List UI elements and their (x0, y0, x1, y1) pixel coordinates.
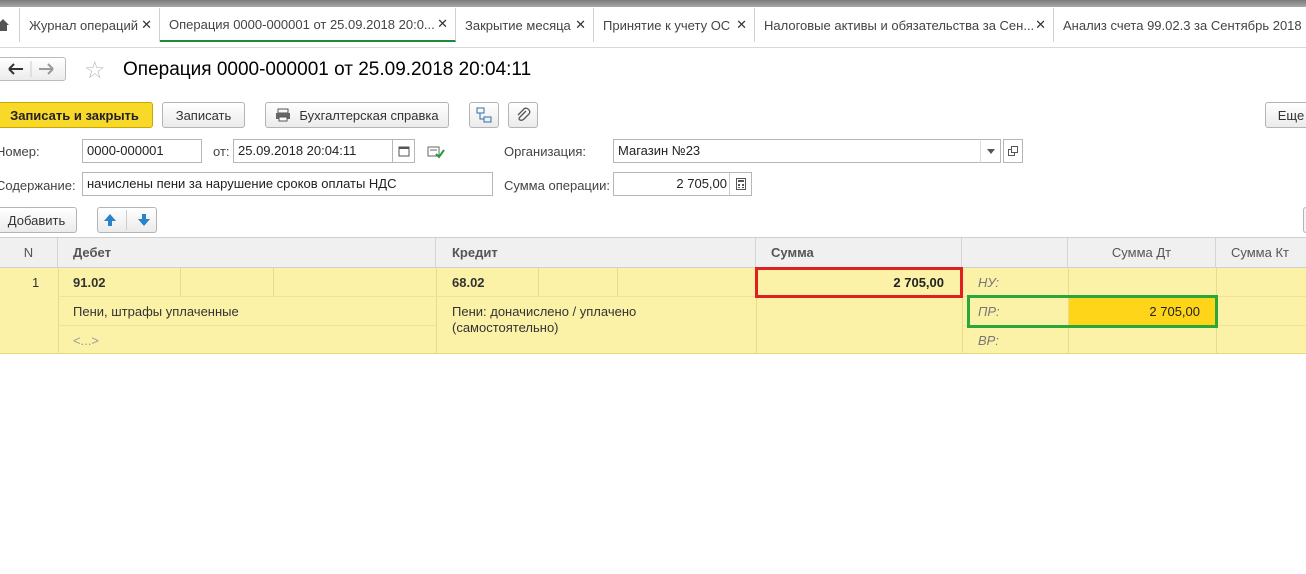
tab-journal[interactable]: Журнал операций ✕ (20, 8, 160, 42)
tab-account-analysis[interactable]: Анализ счета 99.02.3 за Сентябрь 2018 г. (1054, 8, 1306, 42)
header-blank (962, 238, 1068, 268)
column-divider (436, 268, 437, 354)
home-icon (0, 19, 9, 31)
tab-label: Принятие к учету ОС (603, 17, 731, 33)
attach-button[interactable] (508, 102, 538, 128)
organization-field[interactable]: Магазин №23 (613, 139, 1001, 163)
header-sum-kt[interactable]: Сумма Кт (1216, 238, 1306, 268)
accounting-report-button[interactable]: Бухгалтерская справка (265, 102, 449, 128)
tab-month-close[interactable]: Закрытие месяца ✕ (456, 8, 594, 42)
back-arrow-icon[interactable] (8, 63, 23, 75)
organization-dropdown-button[interactable] (980, 139, 1001, 163)
move-up-icon[interactable] (103, 213, 117, 227)
nu-label: НУ: (978, 275, 1000, 290)
vr-label: ВР: (978, 333, 999, 348)
nav-buttons (0, 57, 66, 81)
debit-account[interactable]: 91.02 (73, 275, 106, 290)
calculator-button[interactable] (729, 173, 751, 195)
row-number: 1 (32, 275, 40, 290)
calendar-icon (398, 146, 409, 157)
sum-value: 2 705,00 (676, 176, 727, 191)
accounting-report-label: Бухгалтерская справка (299, 107, 439, 123)
number-label: Номер: (0, 144, 40, 159)
structure-button[interactable] (469, 102, 499, 128)
row-subline (58, 325, 436, 326)
close-icon[interactable]: ✕ (141, 17, 152, 33)
window-top-strip (0, 0, 1306, 7)
tab-label: Анализ счета 99.02.3 за Сентябрь 2018 г. (1063, 17, 1306, 33)
date-field[interactable]: 25.09.2018 20:04:11 (233, 139, 393, 163)
paperclip-icon (517, 107, 531, 121)
close-icon[interactable]: ✕ (736, 17, 747, 33)
debit-subconto-1[interactable]: Пени, штрафы уплаченные (73, 304, 239, 319)
tab-label: Операция 0000-000001 от 25.09.2018 20:0.… (169, 16, 435, 32)
header-debit[interactable]: Дебет (58, 238, 436, 268)
home-tab[interactable] (0, 8, 20, 42)
printer-icon (276, 108, 291, 122)
subcell-divider (273, 268, 274, 296)
organization-value: Магазин №23 (618, 143, 701, 158)
credit-subconto-line1[interactable]: Пени: доначислено / уплачено (452, 304, 636, 319)
save-button[interactable]: Записать (162, 102, 245, 128)
subcell-divider (617, 268, 618, 296)
tab-label: Закрытие месяца (465, 17, 571, 33)
favorite-star-icon[interactable]: ☆ (84, 56, 106, 85)
calendar-button[interactable] (393, 139, 415, 163)
structure-icon (476, 107, 492, 123)
page-title: Операция 0000-000001 от 25.09.2018 20:04… (123, 59, 532, 80)
tab-tax-assets[interactable]: Налоговые активы и обязательства за Сен.… (755, 8, 1054, 42)
content-label: Содержание: (0, 178, 76, 193)
credit-account[interactable]: 68.02 (452, 275, 485, 290)
calculator-icon (735, 178, 746, 190)
header-sum[interactable]: Сумма (756, 238, 962, 268)
header-sum-dt[interactable]: Сумма Дт (1068, 238, 1216, 268)
sum-label: Сумма операции: (504, 178, 610, 193)
tab-os-accept[interactable]: Принятие к учету ОС ✕ (594, 8, 755, 42)
credit-subconto-line2[interactable]: (самостоятельно) (452, 320, 559, 335)
table-header: N Дебет Кредит Сумма Сумма Дт Сумма Кт (0, 237, 1306, 268)
move-down-icon[interactable] (137, 213, 151, 227)
open-icon (1008, 146, 1018, 156)
forward-arrow-icon[interactable] (39, 63, 54, 75)
organization-label: Организация: (504, 144, 587, 159)
add-row-button[interactable]: Добавить (0, 207, 77, 233)
close-icon[interactable]: ✕ (437, 16, 448, 32)
header-n[interactable]: N (0, 238, 58, 268)
tab-bar: Журнал операций ✕ Операция 0000-000001 о… (0, 0, 1306, 48)
row-subline (436, 296, 756, 297)
row-subline (58, 296, 436, 297)
close-icon[interactable]: ✕ (1035, 17, 1046, 33)
subcell-divider (180, 268, 181, 296)
number-field[interactable]: 0000-000001 (82, 139, 202, 163)
tab-operation[interactable]: Операция 0000-000001 от 25.09.2018 20:0.… (160, 8, 456, 42)
date-value: 25.09.2018 20:04:11 (238, 143, 357, 158)
document-check-icon[interactable] (427, 145, 445, 159)
close-icon[interactable]: ✕ (575, 17, 586, 33)
table-row[interactable]: 1 91.02 Пени, штрафы уплаченные <...> 68… (0, 267, 1306, 354)
debit-subconto-2[interactable]: <...> (73, 333, 99, 348)
nav-arrows (8, 61, 54, 77)
date-label: от: (213, 144, 230, 159)
subcell-divider (538, 268, 539, 296)
chevron-down-icon (986, 148, 995, 154)
tab-label: Журнал операций (29, 17, 138, 33)
content-field[interactable]: начислены пени за нарушение сроков оплат… (82, 172, 493, 196)
row-sum[interactable]: 2 705,00 (760, 275, 944, 290)
organization-open-button[interactable] (1003, 139, 1023, 163)
tab-label: Налоговые активы и обязательства за Сен.… (764, 17, 1035, 33)
sum-field[interactable]: 2 705,00 (613, 172, 752, 196)
more-button[interactable]: Еще (1265, 102, 1306, 128)
column-divider (58, 268, 59, 354)
move-buttons (97, 207, 157, 233)
pr-sum-dt[interactable]: 2 705,00 (1072, 304, 1200, 319)
save-and-close-button[interactable]: Записать и закрыть (0, 102, 153, 128)
header-credit[interactable]: Кредит (436, 238, 756, 268)
